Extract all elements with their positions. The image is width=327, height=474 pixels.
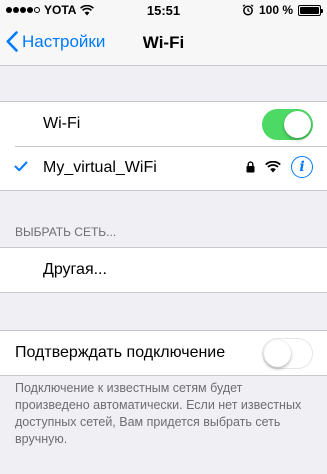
toggle-knob [284, 110, 311, 138]
network-name: My_virtual_WiFi [43, 159, 157, 176]
battery-icon [298, 4, 323, 16]
section-header-choose-network: ВЫБРАТЬ СЕТЬ... [15, 225, 117, 239]
connected-network-row[interactable]: My_virtual_WiFi i [0, 146, 327, 190]
other-network-label: Другая... [43, 261, 107, 278]
wifi-toggle[interactable] [262, 108, 313, 140]
network-icons: i [246, 156, 313, 178]
wifi-signal-icon [265, 161, 281, 173]
toggle-knob [264, 339, 291, 367]
checkmark-icon [14, 161, 28, 172]
wifi-group: Wi-Fi My_virtual_WiFi i [0, 101, 327, 191]
settings-screen: YOTA 15:51 100 % Настройки Wi-Fi Wi-Fi M… [0, 0, 327, 474]
status-right: 100 % [242, 3, 323, 17]
ask-to-join-footer: Подключение к известным сетям будет прои… [15, 381, 302, 446]
lock-icon [246, 161, 255, 173]
battery-percent: 100 % [258, 3, 293, 17]
ask-to-join-group: Подтверждать подключение [0, 330, 327, 376]
ask-to-join-row: Подтверждать подключение [0, 331, 327, 375]
status-bar: YOTA 15:51 100 % [0, 0, 327, 22]
other-network-row[interactable]: Другая... [0, 248, 327, 292]
info-icon[interactable]: i [291, 156, 313, 178]
ask-to-join-toggle[interactable] [262, 337, 313, 369]
wifi-label: Wi-Fi [43, 115, 81, 132]
alarm-clock-icon [242, 4, 254, 16]
ask-to-join-label: Подтверждать подключение [15, 344, 226, 361]
page-title: Wi-Fi [142, 33, 185, 52]
wifi-toggle-row: Wi-Fi [0, 102, 327, 146]
other-network-group: Другая... [0, 247, 327, 293]
navigation-bar: Настройки Wi-Fi [0, 22, 327, 66]
